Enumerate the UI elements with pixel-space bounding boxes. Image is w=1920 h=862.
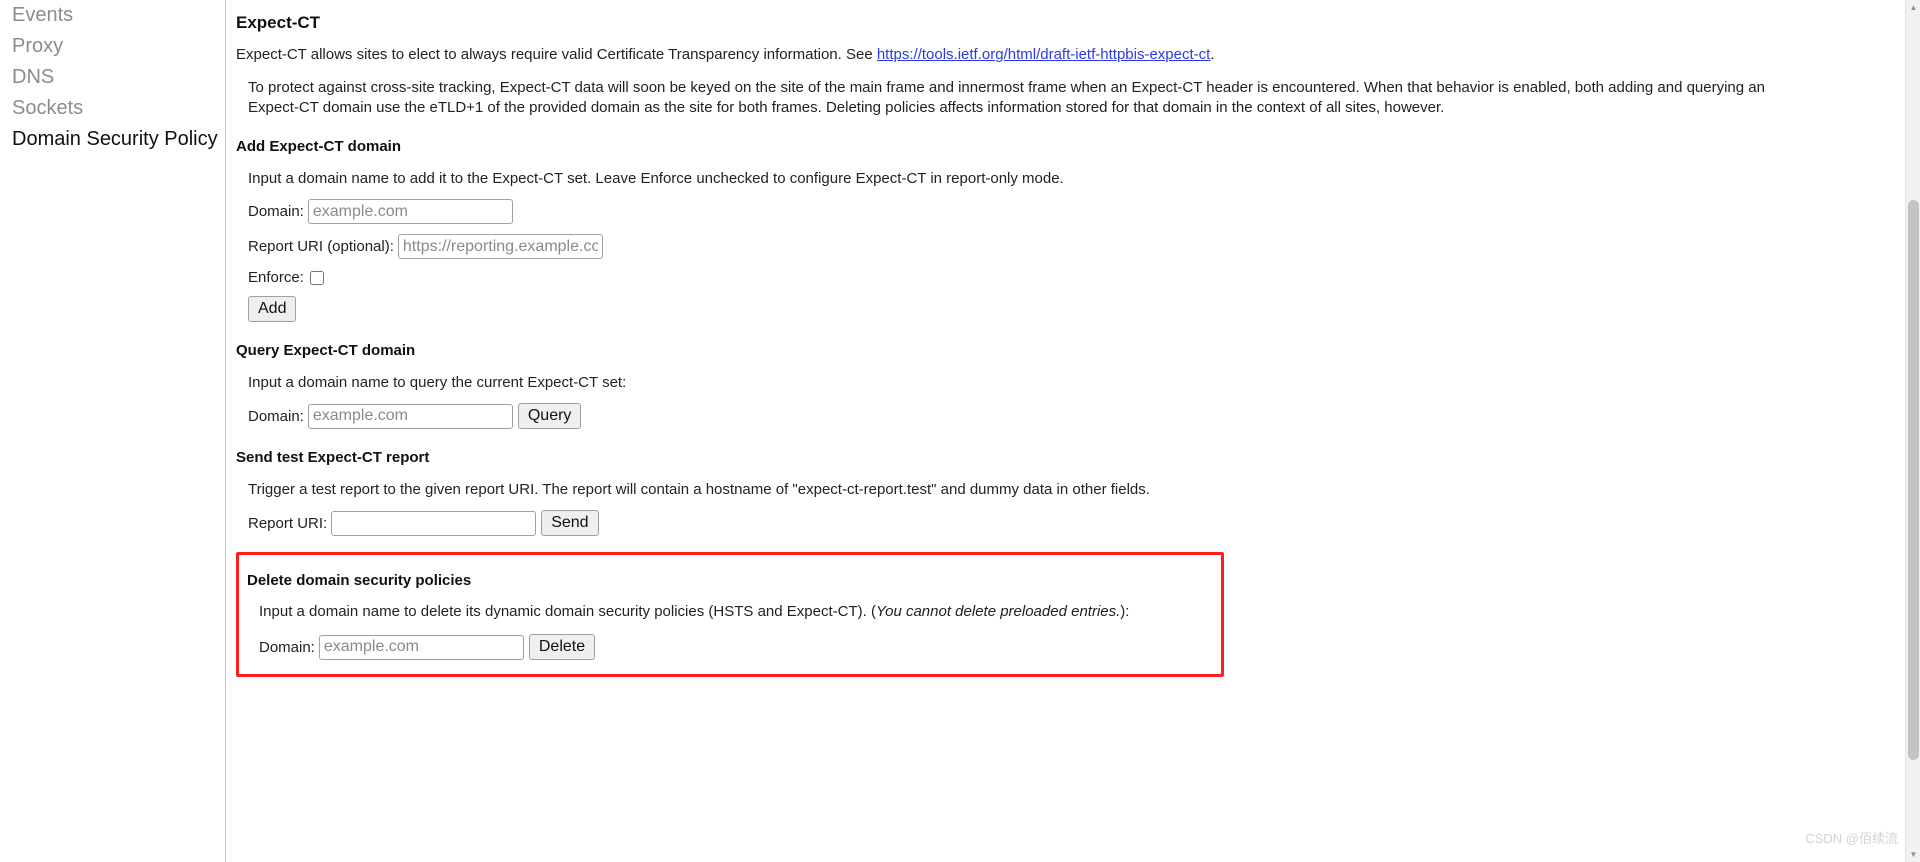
add-domain-row: Domain: bbox=[248, 199, 1770, 224]
sidebar: Events Proxy DNS Sockets Domain Security… bbox=[0, 0, 225, 862]
page-title: Expect-CT bbox=[236, 13, 321, 32]
intro-paragraph: Expect-CT allows sites to elect to alway… bbox=[236, 45, 1770, 65]
add-domain-input[interactable] bbox=[307, 199, 513, 224]
query-domain-label: Domain: bbox=[248, 407, 304, 425]
intro-text-before-link: Expect-CT allows sites to elect to alway… bbox=[236, 46, 877, 63]
sidebar-item-proxy[interactable]: Proxy bbox=[0, 31, 225, 62]
send-report-heading: Send test Expect-CT report bbox=[236, 449, 430, 466]
add-expect-ct-heading: Add Expect-CT domain bbox=[236, 138, 402, 155]
sidebar-item-label: Domain Security Policy bbox=[12, 128, 218, 150]
enforce-row: Enforce: bbox=[248, 269, 1770, 286]
send-report-description: Trigger a test report to the given repor… bbox=[248, 481, 1150, 498]
delete-description-italic: You cannot delete preloaded entries. bbox=[875, 603, 1121, 620]
delete-domain-row: Domain: Delete bbox=[259, 634, 1221, 660]
sidebar-item-events[interactable]: Events bbox=[0, 0, 225, 31]
send-report-uri-input[interactable] bbox=[331, 510, 537, 536]
send-button[interactable]: Send bbox=[541, 510, 599, 536]
scroll-down-arrow-icon[interactable]: ▼ bbox=[1906, 847, 1920, 862]
query-domain-input[interactable] bbox=[307, 403, 513, 429]
intro-text-after-link: . bbox=[1210, 46, 1215, 63]
add-report-uri-input[interactable] bbox=[397, 234, 603, 259]
sidebar-item-label: Sockets bbox=[12, 97, 84, 119]
delete-section-description: Input a domain name to delete its dynami… bbox=[259, 602, 1221, 622]
delete-section-heading: Delete domain security policies bbox=[247, 572, 472, 589]
delete-domain-input[interactable] bbox=[318, 634, 524, 660]
watermark: CSDN @佰续流 bbox=[1805, 831, 1898, 846]
keying-note-paragraph: To protect against cross-site tracking, … bbox=[248, 79, 1765, 116]
enforce-checkbox[interactable] bbox=[309, 270, 324, 285]
delete-description-plain: Input a domain name to delete its dynami… bbox=[259, 603, 876, 620]
page-root: Events Proxy DNS Sockets Domain Security… bbox=[0, 0, 1920, 862]
delete-button[interactable]: Delete bbox=[528, 634, 596, 660]
add-button-row: Add bbox=[248, 296, 1770, 322]
delete-domain-label: Domain: bbox=[259, 638, 315, 656]
content-pane: Expect-CT Expect-CT allows sites to elec… bbox=[225, 0, 1920, 862]
sidebar-item-label: Proxy bbox=[12, 35, 64, 57]
sidebar-item-dns[interactable]: DNS bbox=[0, 62, 225, 93]
sidebar-item-label: DNS bbox=[12, 66, 55, 88]
vertical-scrollbar[interactable]: ▲ ▼ bbox=[1905, 0, 1920, 862]
sidebar-item-sockets[interactable]: Sockets bbox=[0, 93, 225, 124]
delete-description-tail: ): bbox=[1120, 603, 1130, 620]
send-report-uri-label: Report URI: bbox=[248, 514, 328, 532]
add-domain-label: Domain: bbox=[248, 203, 304, 220]
query-button[interactable]: Query bbox=[517, 403, 582, 429]
query-expect-ct-description: Input a domain name to query the current… bbox=[248, 374, 627, 391]
scrollbar-thumb[interactable] bbox=[1908, 200, 1919, 760]
content-scroll-area: Expect-CT Expect-CT allows sites to elec… bbox=[226, 0, 1770, 677]
sidebar-item-domain-security-policy[interactable]: Domain Security Policy bbox=[0, 124, 225, 155]
add-button[interactable]: Add bbox=[248, 296, 297, 322]
delete-domain-security-policies-section: Delete domain security policies Input a … bbox=[236, 552, 1224, 677]
enforce-label: Enforce: bbox=[248, 269, 304, 286]
expect-ct-spec-link[interactable]: https://tools.ietf.org/html/draft-ietf-h… bbox=[877, 46, 1210, 63]
add-report-uri-row: Report URI (optional): bbox=[248, 234, 1770, 259]
sidebar-item-label: Events bbox=[12, 4, 74, 26]
add-expect-ct-description: Input a domain name to add it to the Exp… bbox=[248, 170, 1064, 187]
scroll-up-arrow-icon[interactable]: ▲ bbox=[1906, 0, 1920, 15]
query-domain-row: Domain: Query bbox=[248, 403, 1770, 429]
add-report-uri-label: Report URI (optional): bbox=[248, 238, 394, 255]
send-report-uri-row: Report URI: Send bbox=[248, 510, 1770, 536]
query-expect-ct-heading: Query Expect-CT domain bbox=[236, 342, 416, 359]
